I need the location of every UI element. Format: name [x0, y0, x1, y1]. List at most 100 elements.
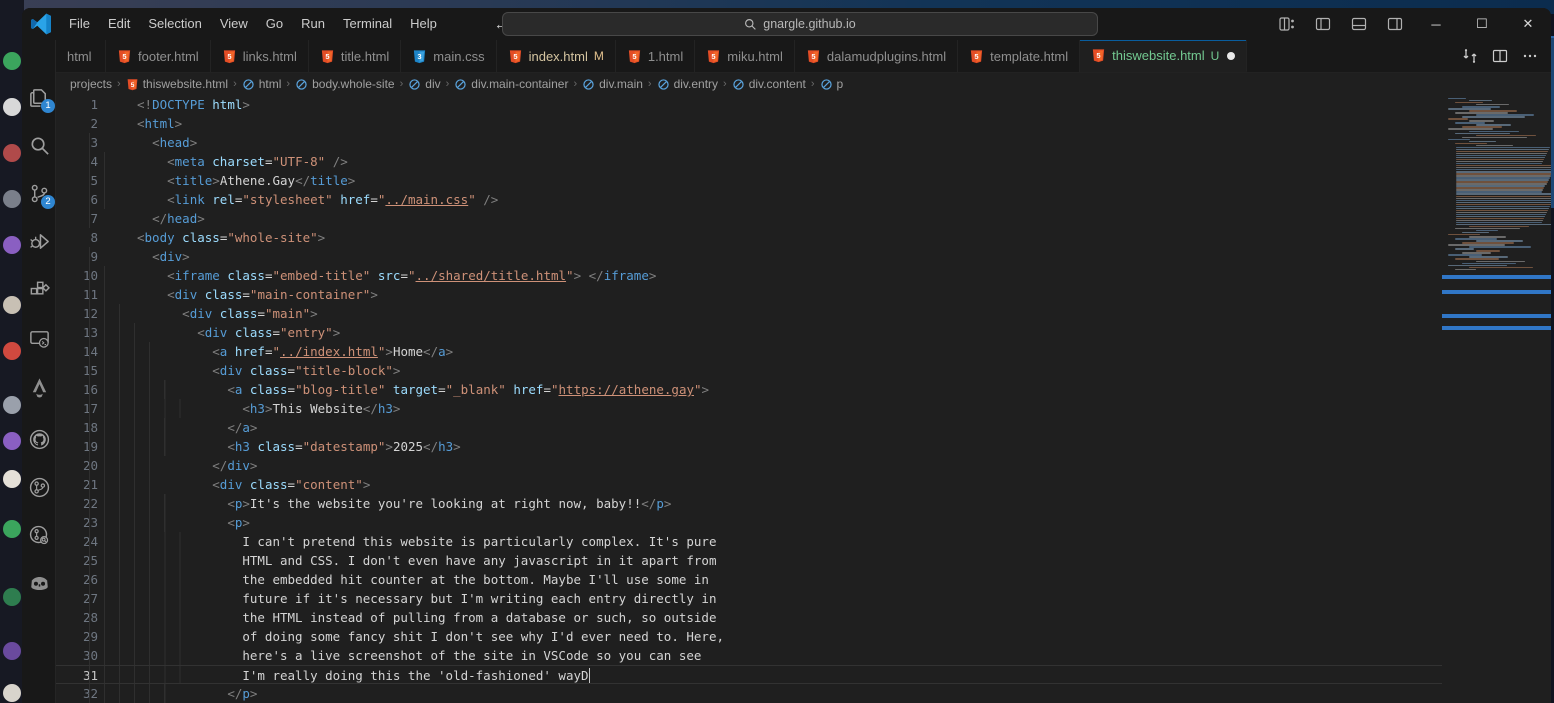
tab-links-html[interactable]: 5links.html	[211, 40, 309, 72]
code-line-15[interactable]: 15 <div class="title-block">	[56, 361, 1551, 380]
tab-thiswebsite-html[interactable]: 5thiswebsite.htmlU	[1080, 40, 1247, 72]
code-line-9[interactable]: 9 <div>	[56, 247, 1551, 266]
menu-edit[interactable]: Edit	[99, 12, 139, 36]
customize-layout-icon[interactable]	[1279, 16, 1295, 32]
toggle-primary-sidebar-icon[interactable]	[1315, 16, 1331, 32]
tab-title-html[interactable]: 5title.html	[309, 40, 401, 72]
code-line-23[interactable]: 23 <p>	[56, 513, 1551, 532]
breadcrumb-item-html[interactable]: html	[242, 77, 282, 91]
code-text: HTML and CSS. I don't even have any java…	[104, 551, 716, 570]
tab-main-css[interactable]: 3main.css	[401, 40, 496, 72]
code-line-14[interactable]: 14 <a href="../index.html">Home</a>	[56, 342, 1551, 361]
more-actions-icon[interactable]	[1517, 43, 1543, 69]
godot-icon[interactable]	[22, 566, 56, 600]
close-button[interactable]: ✕	[1505, 8, 1551, 40]
open-changes-icon[interactable]	[1457, 43, 1483, 69]
code-line-11[interactable]: 11 <div class="main-container">	[56, 285, 1551, 304]
code-line-7[interactable]: 7 </head>	[56, 209, 1551, 228]
code-line-29[interactable]: 29 of doing some fancy shit I don't see …	[56, 627, 1551, 646]
tab-miku-html[interactable]: 5miku.html	[695, 40, 795, 72]
minimize-button[interactable]: ─	[1413, 8, 1459, 40]
desktop-avatar	[3, 684, 21, 702]
unsaved-dot-icon[interactable]	[1227, 52, 1235, 60]
tab-index-html[interactable]: 5index.htmlM	[497, 40, 616, 72]
code-line-30[interactable]: 30 here's a live screenshot of the site …	[56, 646, 1551, 665]
gitlens-icon[interactable]	[22, 518, 56, 552]
toggle-secondary-sidebar-icon[interactable]	[1387, 16, 1403, 32]
search-icon[interactable]	[22, 128, 56, 162]
code-line-32[interactable]: 32 </p>	[56, 684, 1551, 703]
code-line-17[interactable]: 17 <h3>This Website</h3>	[56, 399, 1551, 418]
code-area[interactable]: 1<!DOCTYPE html>2<html>3 <head>4 <meta c…	[56, 95, 1551, 703]
code-token: </	[152, 211, 167, 226]
code-line-1[interactable]: 1<!DOCTYPE html>	[56, 95, 1551, 114]
code-token	[137, 401, 242, 416]
code-text: <iframe class="embed-title" src="../shar…	[104, 266, 656, 285]
code-line-8[interactable]: 8<body class="whole-site">	[56, 228, 1551, 247]
code-line-10[interactable]: 10 <iframe class="embed-title" src="../s…	[56, 266, 1551, 285]
menu-run[interactable]: Run	[292, 12, 334, 36]
code-token: =	[438, 382, 446, 397]
menu-view[interactable]: View	[211, 12, 257, 36]
code-token: <	[167, 192, 175, 207]
code-line-25[interactable]: 25 HTML and CSS. I don't even have any j…	[56, 551, 1551, 570]
code-line-19[interactable]: 19 <h3 class="datestamp">2025</h3>	[56, 437, 1551, 456]
tab-footer-html[interactable]: 5footer.html	[106, 40, 211, 72]
code-line-3[interactable]: 3 <head>	[56, 133, 1551, 152]
code-token: class	[182, 230, 220, 245]
menu-help[interactable]: Help	[401, 12, 446, 36]
tab-template-html[interactable]: 5template.html	[958, 40, 1080, 72]
tab-html[interactable]: html	[56, 40, 106, 72]
code-line-27[interactable]: 27 future if it's necessary but I'm writ…	[56, 589, 1551, 608]
breadcrumb-item-div-content[interactable]: div.content	[732, 77, 806, 91]
minimap-line	[1456, 151, 1548, 152]
code-line-26[interactable]: 26 the embedded hit counter at the botto…	[56, 570, 1551, 589]
code-line-16[interactable]: 16 <a class="blog-title" target="_blank"…	[56, 380, 1551, 399]
code-line-21[interactable]: 21 <div class="content">	[56, 475, 1551, 494]
breadcrumb-item-div-main[interactable]: div.main	[582, 77, 643, 91]
code-token	[137, 135, 152, 150]
source-control-icon[interactable]: 2	[22, 176, 56, 210]
code-line-12[interactable]: 12 <div class="main">	[56, 304, 1551, 323]
maximize-button[interactable]: ☐	[1459, 8, 1505, 40]
code-line-22[interactable]: 22 <p>It's the website you're looking at…	[56, 494, 1551, 513]
minimap-line	[1448, 128, 1493, 129]
breadcrumb-item-body-whole-site[interactable]: body.whole-site	[295, 77, 395, 91]
minimap[interactable]	[1442, 95, 1551, 703]
tab-1-html[interactable]: 51.html	[616, 40, 695, 72]
extensions-icon[interactable]	[22, 272, 56, 306]
code-token: the embedded hit counter at the bottom. …	[242, 572, 709, 587]
breadcrumb-item-div[interactable]: div	[408, 77, 440, 91]
code-line-4[interactable]: 4 <meta charset="UTF-8" />	[56, 152, 1551, 171]
menu-selection[interactable]: Selection	[139, 12, 210, 36]
code-token	[581, 268, 589, 283]
breadcrumb-item-thiswebsite-html[interactable]: 5thiswebsite.html	[126, 77, 228, 91]
code-line-28[interactable]: 28 the HTML instead of pulling from a da…	[56, 608, 1551, 627]
code-line-13[interactable]: 13 <div class="entry">	[56, 323, 1551, 342]
run-debug-icon[interactable]	[22, 224, 56, 258]
code-line-24[interactable]: 24 I can't pretend this website is parti…	[56, 532, 1551, 551]
menu-file[interactable]: File	[60, 12, 99, 36]
breadcrumb-item-div-entry[interactable]: div.entry	[657, 77, 718, 91]
remote-icon[interactable]	[22, 321, 56, 355]
breadcrumb-item-p[interactable]: p	[820, 77, 844, 91]
code-line-20[interactable]: 20 </div>	[56, 456, 1551, 475]
code-line-6[interactable]: 6 <link rel="stylesheet" href="../main.c…	[56, 190, 1551, 209]
git-graph-icon[interactable]	[22, 470, 56, 504]
toggle-panel-icon[interactable]	[1351, 16, 1367, 32]
command-center-search[interactable]: gnargle.github.io	[502, 12, 1098, 36]
editor-pane[interactable]: 1<!DOCTYPE html>2<html>3 <head>4 <meta c…	[56, 95, 1551, 703]
code-line-31[interactable]: 31 I'm really doing this the 'old-fashio…	[56, 665, 1551, 684]
menu-terminal[interactable]: Terminal	[334, 12, 401, 36]
github-icon[interactable]	[22, 422, 56, 456]
split-editor-icon[interactable]	[1487, 43, 1513, 69]
menu-go[interactable]: Go	[257, 12, 292, 36]
tab-dalamudplugins-html[interactable]: 5dalamudplugins.html	[795, 40, 958, 72]
breadcrumb-item-div-main-container[interactable]: div.main-container	[454, 77, 568, 91]
explorer-icon[interactable]: 1	[22, 80, 56, 114]
code-line-18[interactable]: 18 </a>	[56, 418, 1551, 437]
breadcrumb-item-projects[interactable]: projects	[70, 77, 112, 91]
code-line-2[interactable]: 2<html>	[56, 114, 1551, 133]
astro-icon[interactable]	[22, 370, 56, 404]
code-line-5[interactable]: 5 <title>Athene.Gay</title>	[56, 171, 1551, 190]
